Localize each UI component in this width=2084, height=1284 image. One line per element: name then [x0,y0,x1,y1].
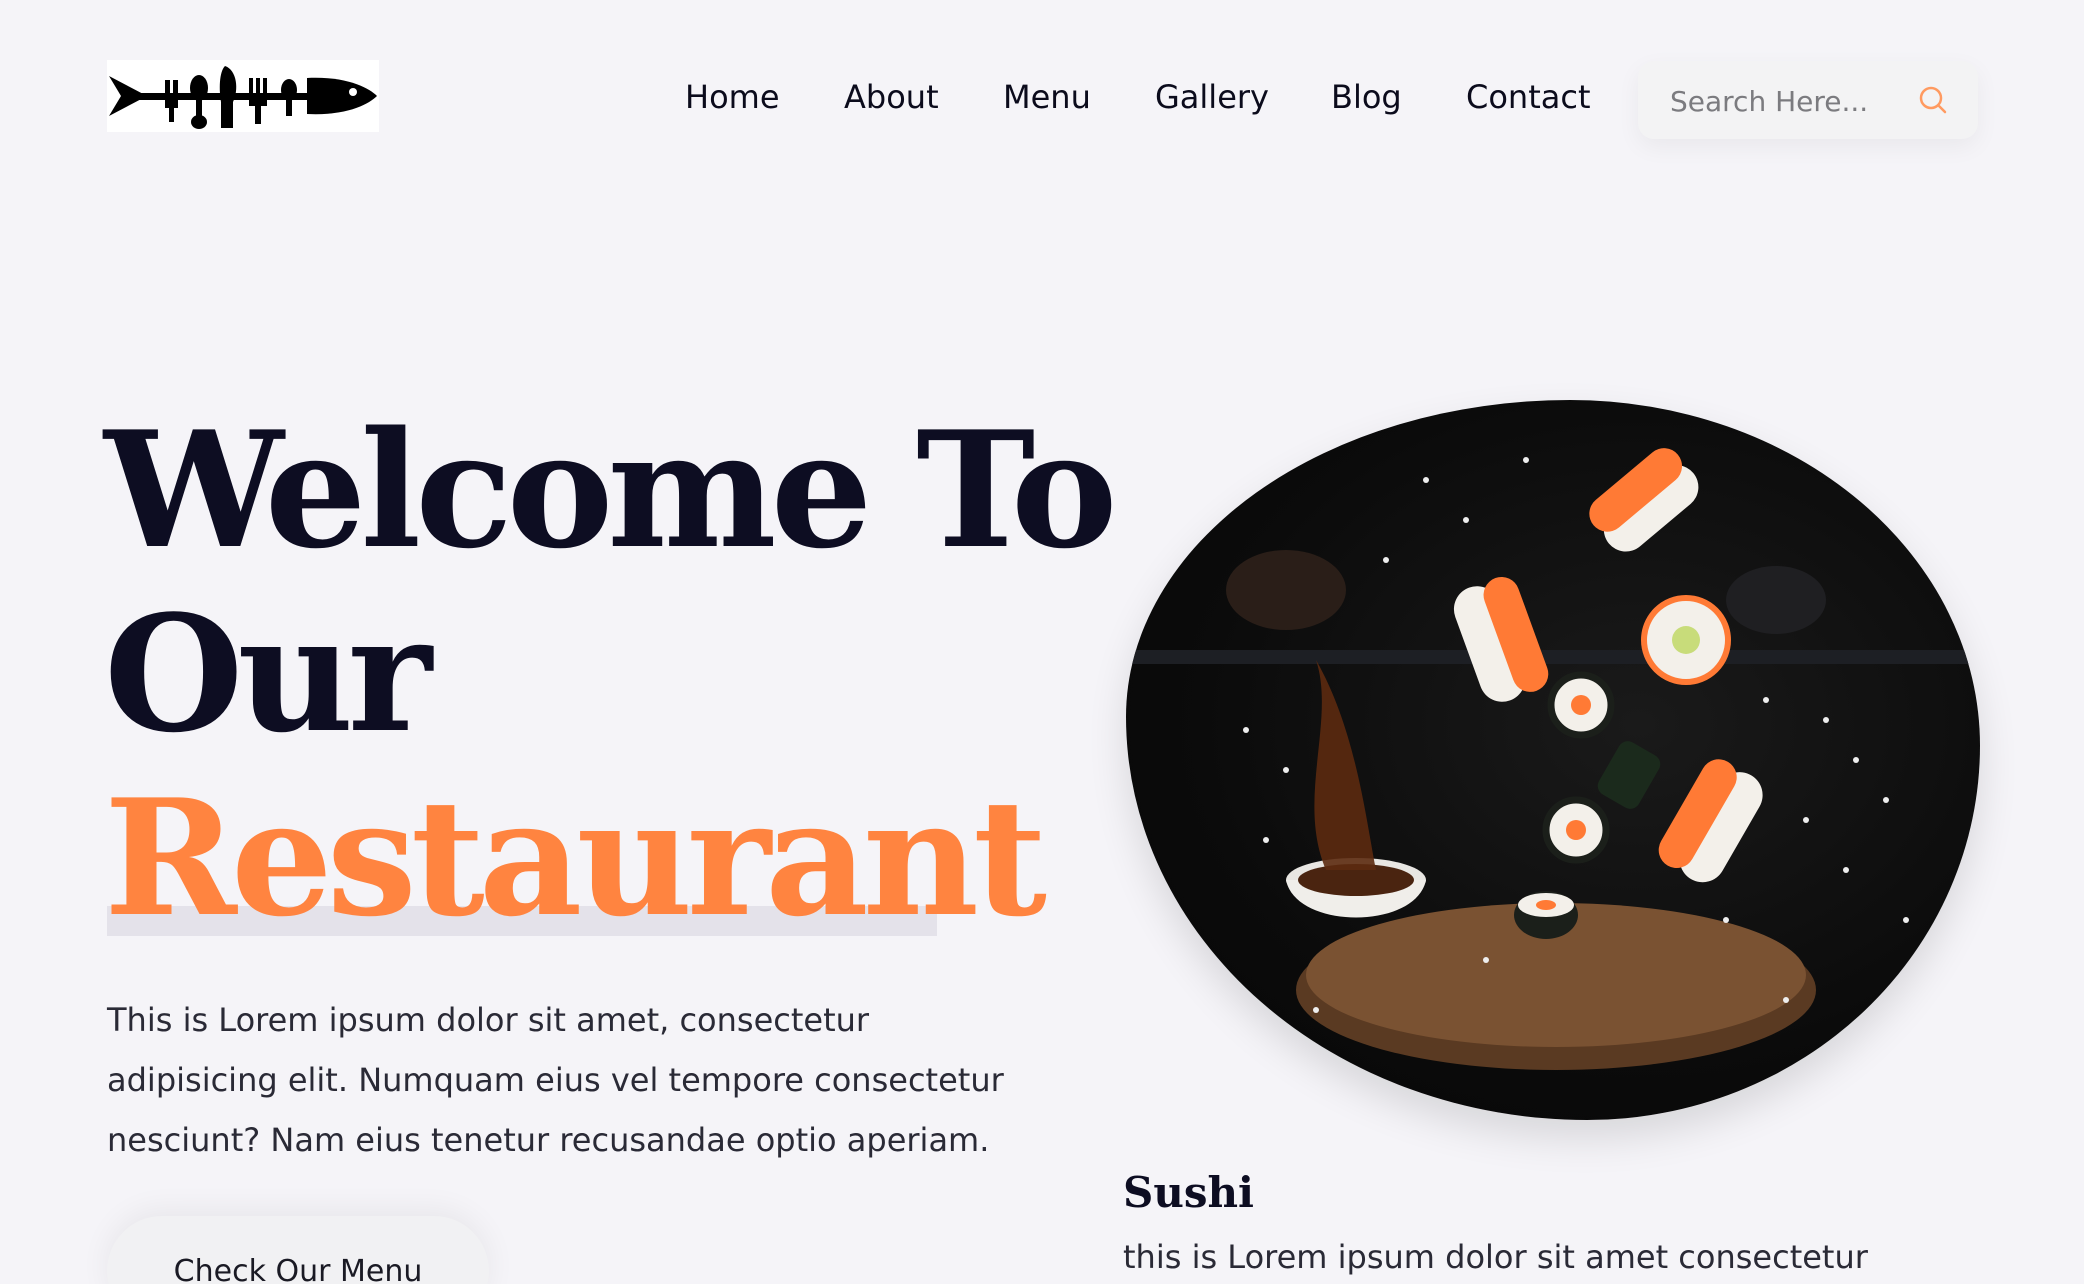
hero-title-line-1: Welcome To [104,396,1118,584]
featured-dish-image [1126,400,1980,1120]
nav-about[interactable]: About [844,78,939,116]
hero-description: This is Lorem ipsum dolor sit amet, cons… [107,1001,1004,1159]
nav-gallery[interactable]: Gallery [1155,78,1269,116]
page: Home About Menu Gallery Blog Contact Wel… [0,0,2084,1284]
hero-title-line-2: Our [104,580,432,768]
search-box [1638,61,1978,139]
check-menu-button[interactable]: Check Our Menu [107,1216,489,1284]
fish-cutlery-logo-icon [109,66,377,129]
hero-title-accent: Restaurant [104,764,1047,952]
nav-blog[interactable]: Blog [1331,78,1402,116]
brand-logo[interactable] [107,60,379,132]
nav-home[interactable]: Home [685,78,780,116]
featured-dish-description: this is Lorem ipsum dolor sit amet conse… [1123,1238,1868,1276]
nav-contact[interactable]: Contact [1466,78,1591,116]
search-input[interactable] [1668,80,1902,122]
search-icon[interactable] [1918,85,1948,115]
featured-dish-name: Sushi [1123,1168,1255,1217]
nav-menu[interactable]: Menu [1003,78,1091,116]
